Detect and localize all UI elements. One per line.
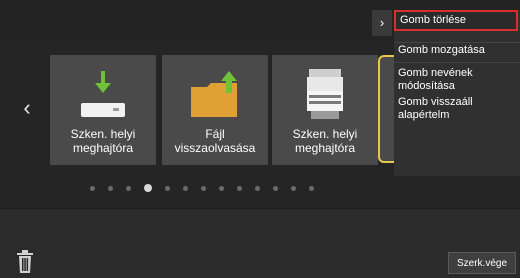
chevron-left-icon[interactable]: ‹ [18,97,36,119]
page-dot[interactable] [273,185,278,191]
tile-label: Szken. helyi meghajtóra [70,127,136,155]
page-dot[interactable] [309,185,314,191]
page-dot[interactable] [201,185,206,191]
trash-icon[interactable] [16,250,34,274]
folder-upload-icon [191,71,237,117]
context-menu: Gomb törlése Gomb mozgatása Gomb nevének… [394,10,520,176]
page-dot[interactable] [165,185,170,191]
end-edit-button[interactable]: Szerk.vége [448,252,516,274]
menu-item-reset-button[interactable]: Gomb visszaáll alapértelm [394,96,520,122]
page-dot[interactable] [255,185,260,191]
printer-scanner-icon [307,69,343,119]
menu-item-move-button[interactable]: Gomb mozgatása [394,44,520,57]
tile-scan-to-local-drive[interactable]: Szken. helyi meghajtóra [50,55,156,165]
page-dot[interactable] [183,185,188,191]
page-dot[interactable] [219,185,224,191]
page-dot[interactable] [126,185,131,191]
tile-file-retrieve[interactable]: Fájl visszaolvasása [162,55,268,165]
menu-item-delete-button[interactable]: Gomb törlése [394,10,518,31]
bottom-bar [0,208,520,278]
page-dot[interactable] [108,185,113,191]
page-indicator [90,184,314,192]
page-dot[interactable] [237,185,242,191]
page-dot-active[interactable] [144,184,152,192]
menu-divider [394,42,520,43]
chevron-right-icon[interactable]: › [372,10,392,36]
tile-scan-to-local-drive-2[interactable]: Szken. helyi meghajtóra [272,55,378,165]
page-dot[interactable] [90,185,95,191]
usb-drive-download-icon [81,71,125,117]
menu-item-rename-button[interactable]: Gomb nevének módosítása [394,67,520,93]
page-dot[interactable] [291,185,296,191]
menu-divider [394,62,520,63]
tile-label: Szken. helyi meghajtóra [292,127,358,155]
tile-label: Fájl visszaolvasása [174,127,256,155]
